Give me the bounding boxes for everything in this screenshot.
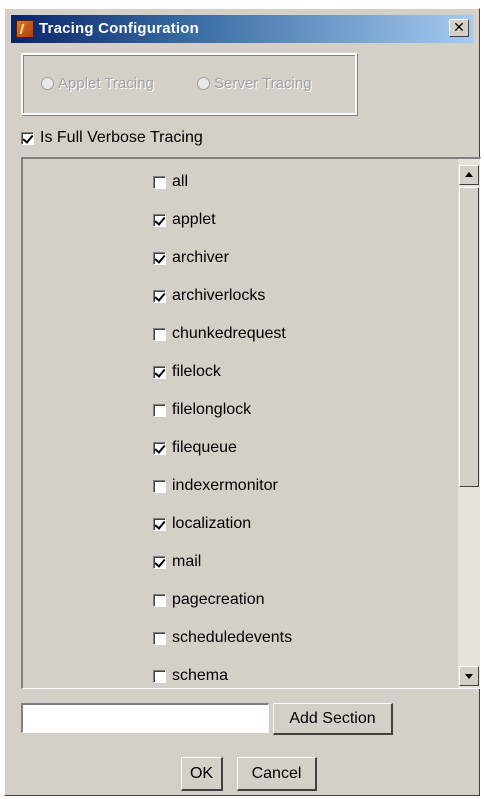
section-item-all[interactable]: all: [153, 173, 188, 191]
sections-list-items: all applet archiver archiverlocks chunke…: [23, 159, 459, 688]
list-item-label: localization: [172, 515, 252, 532]
section-item-mail[interactable]: mail: [153, 553, 201, 571]
section-item-archiverlocks[interactable]: archiverlocks: [153, 287, 265, 305]
list-item-label: indexermonitor: [172, 477, 278, 494]
applet-tracing-label: Applet Tracing: [58, 75, 154, 92]
close-icon[interactable]: ✕: [449, 19, 469, 37]
checkbox-unchecked-icon[interactable]: [153, 631, 166, 645]
checkbox-checked-icon[interactable]: [153, 365, 166, 379]
section-item-applet[interactable]: applet: [153, 211, 216, 229]
scroll-up-button[interactable]: [459, 165, 479, 185]
checkbox-unchecked-icon[interactable]: [153, 669, 166, 683]
section-item-indexermonitor[interactable]: indexermonitor: [153, 477, 278, 495]
applet-tracing-radio[interactable]: Applet Tracing: [41, 75, 154, 92]
section-item-localization[interactable]: localization: [153, 515, 251, 533]
cancel-button[interactable]: Cancel: [237, 757, 317, 791]
section-item-filelonglock[interactable]: filelonglock: [153, 401, 251, 419]
section-item-schema[interactable]: schema: [153, 667, 228, 685]
arrow-down-icon: [465, 674, 473, 679]
server-tracing-radio[interactable]: Server Tracing: [197, 75, 312, 92]
section-item-archiver[interactable]: archiver: [153, 249, 229, 267]
checkbox-unchecked-icon[interactable]: [153, 403, 166, 417]
checkbox-unchecked-icon[interactable]: [153, 479, 166, 493]
list-item-label: filelonglock: [172, 401, 252, 418]
ok-button[interactable]: OK: [181, 757, 223, 791]
radio-circle-icon: [197, 77, 210, 90]
checkbox-checked-icon[interactable]: [153, 289, 166, 303]
list-item-label: scheduledevents: [172, 629, 293, 646]
list-item-label: filelock: [172, 363, 221, 380]
checkbox-checked-icon[interactable]: [153, 555, 166, 569]
checkbox-checked-icon[interactable]: [153, 517, 166, 531]
list-item-label: filequeue: [172, 439, 237, 456]
list-item-label: applet: [172, 211, 216, 228]
vertical-scrollbar[interactable]: [458, 159, 480, 688]
arrow-up-icon: [465, 172, 473, 177]
list-item-label: archiverlocks: [172, 287, 266, 304]
add-section-button[interactable]: Add Section: [273, 703, 393, 735]
app-icon: [16, 20, 34, 38]
list-item-label: archiver: [172, 249, 229, 266]
section-item-filequeue[interactable]: filequeue: [153, 439, 237, 457]
checkbox-unchecked-icon[interactable]: [153, 327, 166, 341]
full-verbose-tracing-checkbox[interactable]: Is Full Verbose Tracing: [21, 129, 203, 147]
section-name-input[interactable]: [21, 703, 269, 733]
section-item-pagecreation[interactable]: pagecreation: [153, 591, 265, 609]
list-item-label: all: [172, 173, 189, 190]
window-title: Tracing Configuration: [39, 20, 200, 37]
list-item-label: chunkedrequest: [172, 325, 286, 342]
checkbox-checked-icon[interactable]: [21, 131, 34, 145]
scroll-thumb[interactable]: [459, 187, 479, 487]
checkbox-checked-icon[interactable]: [153, 251, 166, 265]
server-tracing-label: Server Tracing: [214, 75, 312, 92]
list-item-label: pagecreation: [172, 591, 265, 608]
list-item-label: schema: [172, 667, 229, 684]
section-item-chunkedrequest[interactable]: chunkedrequest: [153, 325, 286, 343]
section-item-filelock[interactable]: filelock: [153, 363, 221, 381]
checkbox-checked-icon[interactable]: [153, 441, 166, 455]
list-item-label: mail: [172, 553, 202, 570]
tracing-mode-group: Applet Tracing Server Tracing: [21, 53, 357, 115]
title-bar[interactable]: Tracing Configuration ✕: [11, 15, 473, 43]
tracing-configuration-dialog: Tracing Configuration ✕ Applet Tracing S…: [4, 8, 481, 796]
section-item-scheduledevents[interactable]: scheduledevents: [153, 629, 292, 647]
checkbox-checked-icon[interactable]: [153, 213, 166, 227]
checkbox-unchecked-icon[interactable]: [153, 593, 166, 607]
radio-circle-icon: [41, 77, 54, 90]
full-verbose-tracing-label: Is Full Verbose Tracing: [40, 129, 203, 146]
sections-list[interactable]: all applet archiver archiverlocks chunke…: [21, 157, 481, 689]
scroll-down-button[interactable]: [459, 666, 479, 686]
checkbox-unchecked-icon[interactable]: [153, 175, 166, 189]
